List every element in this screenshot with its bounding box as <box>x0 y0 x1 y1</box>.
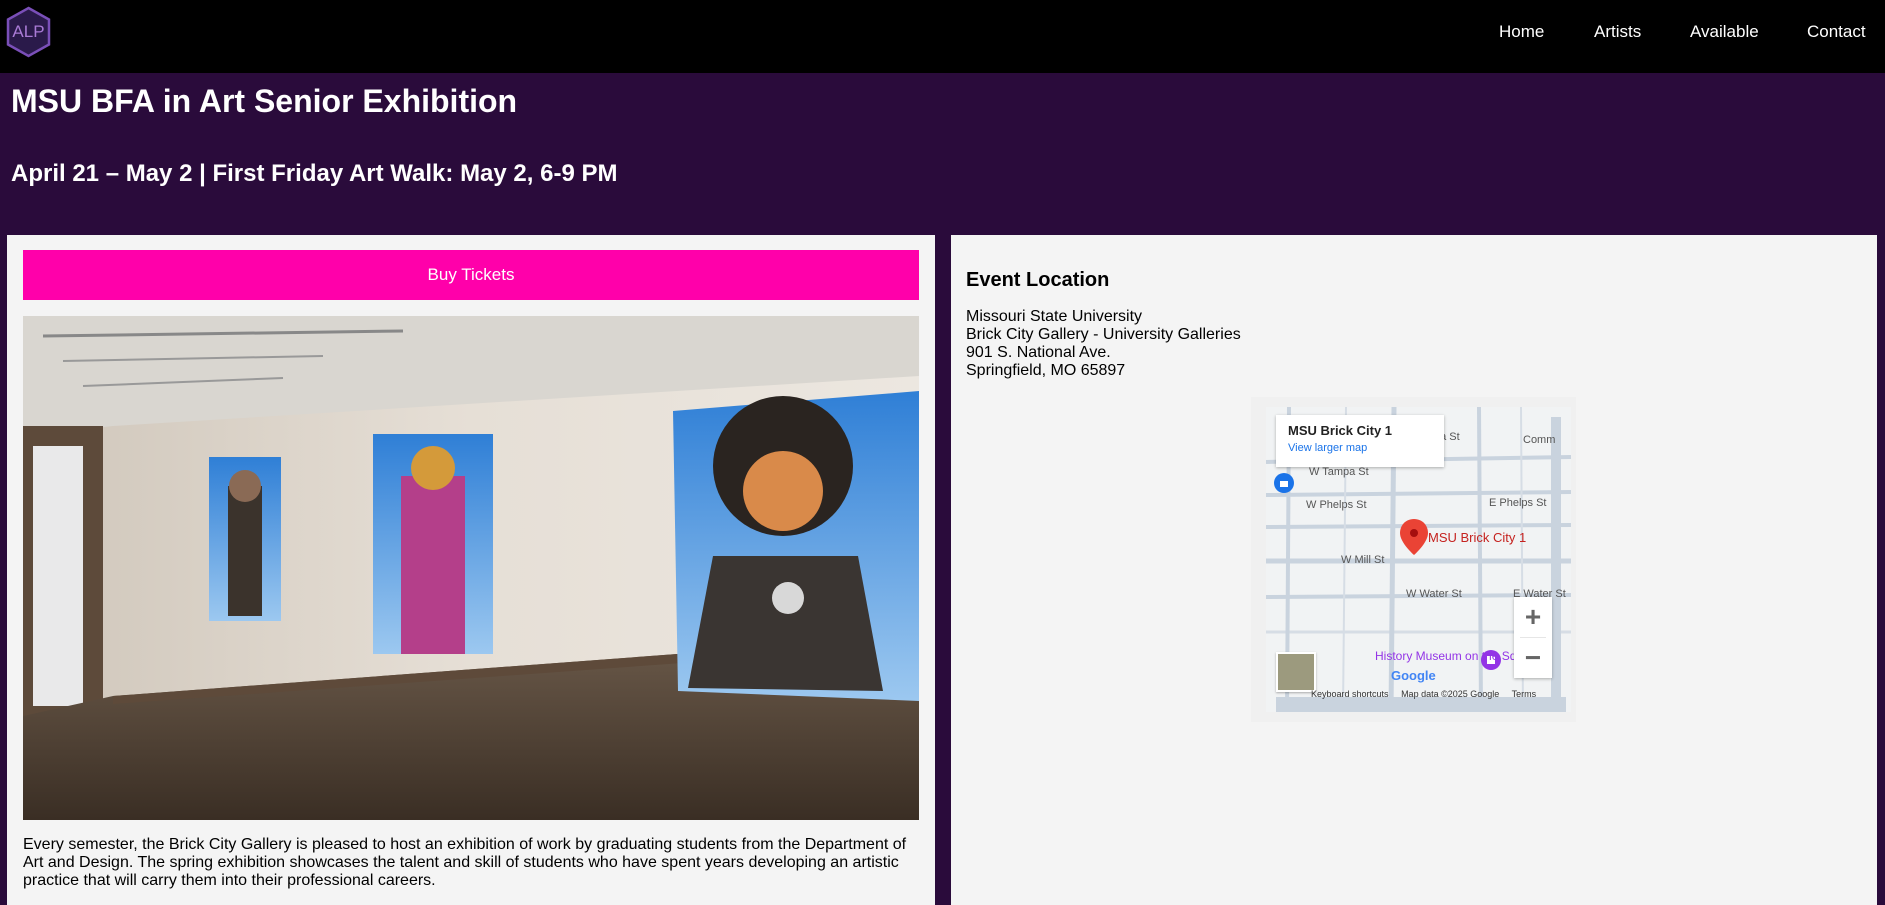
street-label: W Mill St <box>1341 554 1385 566</box>
gallery-exhibition-photo <box>23 316 919 820</box>
map-data-attribution: Map data ©2025 Google <box>1401 689 1500 699</box>
map-info-card: MSU Brick City 1 View larger map <box>1276 415 1444 467</box>
street-label: W Water St <box>1406 588 1462 600</box>
address-line: Brick City Gallery - University Gallerie… <box>966 326 1241 343</box>
top-navigation-bar: ALP Home Artists Available Contact <box>0 0 1885 73</box>
address-line: 901 S. National Ave. <box>966 344 1111 361</box>
event-location-panel: Event Location Missouri State University… <box>951 235 1877 905</box>
street-label: W Tampa St <box>1309 466 1369 478</box>
satellite-toggle-thumbnail[interactable] <box>1276 652 1316 692</box>
event-title: MSU BFA in Art Senior Exhibition <box>11 83 518 119</box>
nav-artists[interactable]: Artists <box>1594 22 1641 42</box>
google-logo: Google <box>1391 668 1436 683</box>
map-pin-label[interactable]: MSU Brick City 1 <box>1428 530 1526 545</box>
alp-logo[interactable]: ALP <box>5 6 52 58</box>
event-details-panel: Buy Tickets Every semester, the Brick Ci… <box>7 235 935 905</box>
map-footer: Keyboard shortcuts Map data ©2025 Google… <box>1311 689 1546 699</box>
embedded-map[interactable]: pa St Comm W Tampa St W Phelps St E Phel… <box>1251 397 1576 722</box>
map-card-title: MSU Brick City 1 <box>1288 423 1393 438</box>
event-dates: April 21 – May 2 | First Friday Art Walk… <box>11 160 618 187</box>
address-block: Missouri State University Brick City Gal… <box>966 308 1241 380</box>
location-heading: Event Location <box>966 269 1110 291</box>
buy-tickets-button[interactable]: Buy Tickets <box>23 250 919 300</box>
nav-contact[interactable]: Contact <box>1807 22 1866 42</box>
view-larger-map-link[interactable]: View larger map <box>1288 442 1432 454</box>
map-zoom-controls: + − <box>1514 597 1552 678</box>
nav-home[interactable]: Home <box>1499 22 1544 42</box>
street-label: E Phelps St <box>1489 497 1547 509</box>
terms-link[interactable]: Terms <box>1512 689 1537 699</box>
address-line: Springfield, MO 65897 <box>966 362 1126 379</box>
logo-text: ALP <box>12 22 45 41</box>
zoom-in-button[interactable]: + <box>1514 597 1552 637</box>
street-label: Comm <box>1523 434 1556 446</box>
nav-available[interactable]: Available <box>1690 22 1759 42</box>
zoom-out-button[interactable]: − <box>1514 638 1552 678</box>
keyboard-shortcuts-link[interactable]: Keyboard shortcuts <box>1311 689 1389 699</box>
poi-label[interactable]: History Museum on the Square <box>1375 650 1540 663</box>
street-label: W Phelps St <box>1306 499 1367 511</box>
address-line: Missouri State University <box>966 308 1143 325</box>
event-description: Every semester, the Brick City Gallery i… <box>23 836 907 889</box>
